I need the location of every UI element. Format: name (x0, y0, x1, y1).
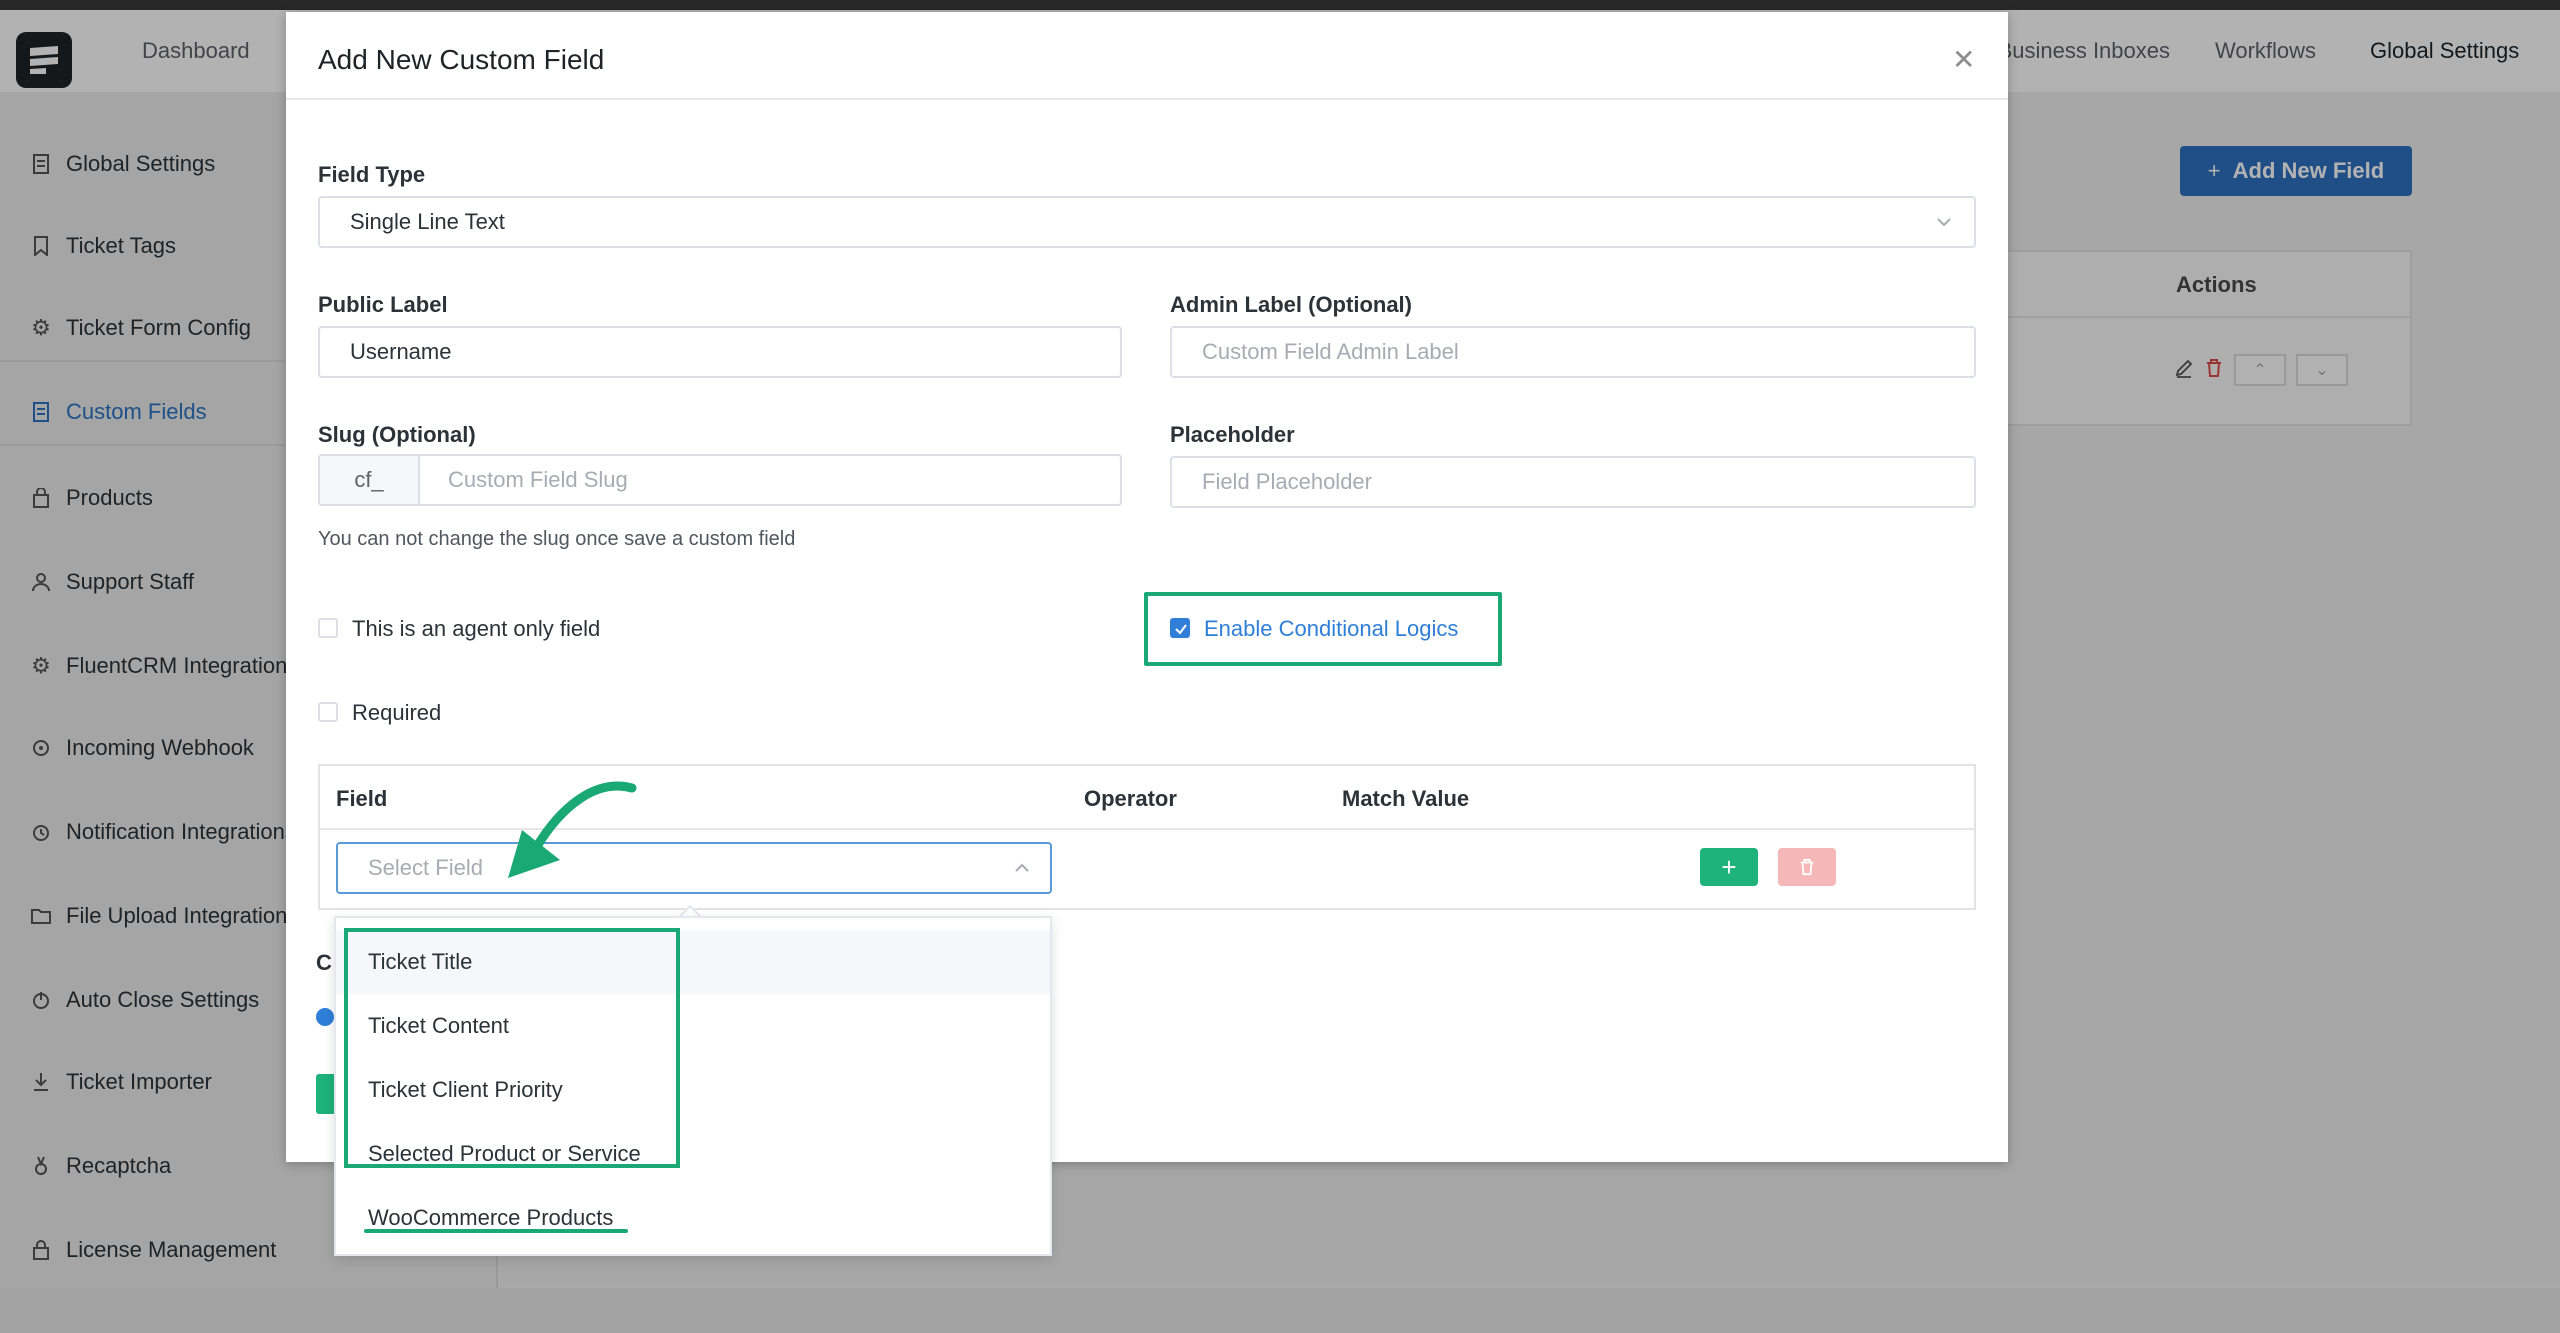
slug-label: Slug (Optional) (318, 422, 476, 447)
public-label-value: Username (350, 339, 452, 364)
agent-only-label[interactable]: This is an agent only field (352, 616, 600, 642)
operator-column-header: Operator (1084, 786, 1177, 811)
plus-icon: + (1721, 851, 1737, 882)
trash-icon (1800, 858, 1814, 876)
add-condition-button[interactable]: + (1700, 848, 1758, 886)
agent-only-checkbox[interactable] (318, 618, 338, 638)
modal-title: Add New Custom Field (318, 44, 605, 75)
field-column-header: Field (336, 786, 388, 811)
dropdown-option-woocommerce-products[interactable]: WooCommerce Products (336, 1186, 1050, 1250)
remove-condition-button[interactable] (1778, 848, 1836, 886)
option-label: WooCommerce Products (368, 1205, 614, 1230)
slug-placeholder: Custom Field Slug (448, 467, 628, 492)
match-value-column-header: Match Value (1342, 786, 1470, 811)
public-label-input[interactable]: Username (318, 326, 1122, 378)
radio-button[interactable] (316, 1008, 334, 1026)
select-field-placeholder: Select Field (368, 855, 483, 880)
required-label[interactable]: Required (352, 700, 441, 726)
hidden-section-label: C (316, 950, 332, 975)
annotation-arrow-icon (508, 781, 637, 878)
close-icon[interactable]: ✕ (1952, 46, 1975, 74)
modal-header: Add New Custom Field ✕ (286, 12, 2008, 100)
checkmark-icon (1175, 624, 1187, 635)
conditional-logic-label[interactable]: Enable Conditional Logics (1204, 616, 1458, 642)
required-checkbox[interactable] (318, 702, 338, 722)
admin-label-input[interactable]: Custom Field Admin Label (1170, 326, 1976, 378)
slug-input[interactable]: cf_ Custom Field Slug (318, 454, 1122, 506)
slug-help-text: You can not change the slug once save a … (318, 528, 796, 550)
save-button[interactable] (316, 1074, 336, 1114)
chevron-down-icon (1937, 218, 1951, 227)
placeholder-label: Placeholder (1170, 422, 1295, 447)
field-type-label: Field Type (318, 162, 426, 187)
conditional-logic-checkbox[interactable] (1170, 618, 1190, 638)
field-type-select[interactable]: Single Line Text (318, 196, 1976, 248)
field-type-value: Single Line Text (350, 209, 505, 234)
public-label-label: Public Label (318, 292, 448, 317)
admin-label-label: Admin Label (Optional) (1170, 292, 1412, 317)
chevron-up-icon (1015, 863, 1029, 872)
slug-prefix: cf_ (320, 456, 420, 504)
woocommerce-option-underline (364, 1229, 628, 1233)
placeholder-placeholder: Field Placeholder (1202, 469, 1372, 494)
placeholder-input[interactable]: Field Placeholder (1170, 456, 1976, 508)
dropdown-options-highlight (344, 928, 680, 1168)
condition-field-select[interactable]: Select Field (336, 842, 1052, 894)
admin-label-placeholder: Custom Field Admin Label (1202, 339, 1459, 364)
